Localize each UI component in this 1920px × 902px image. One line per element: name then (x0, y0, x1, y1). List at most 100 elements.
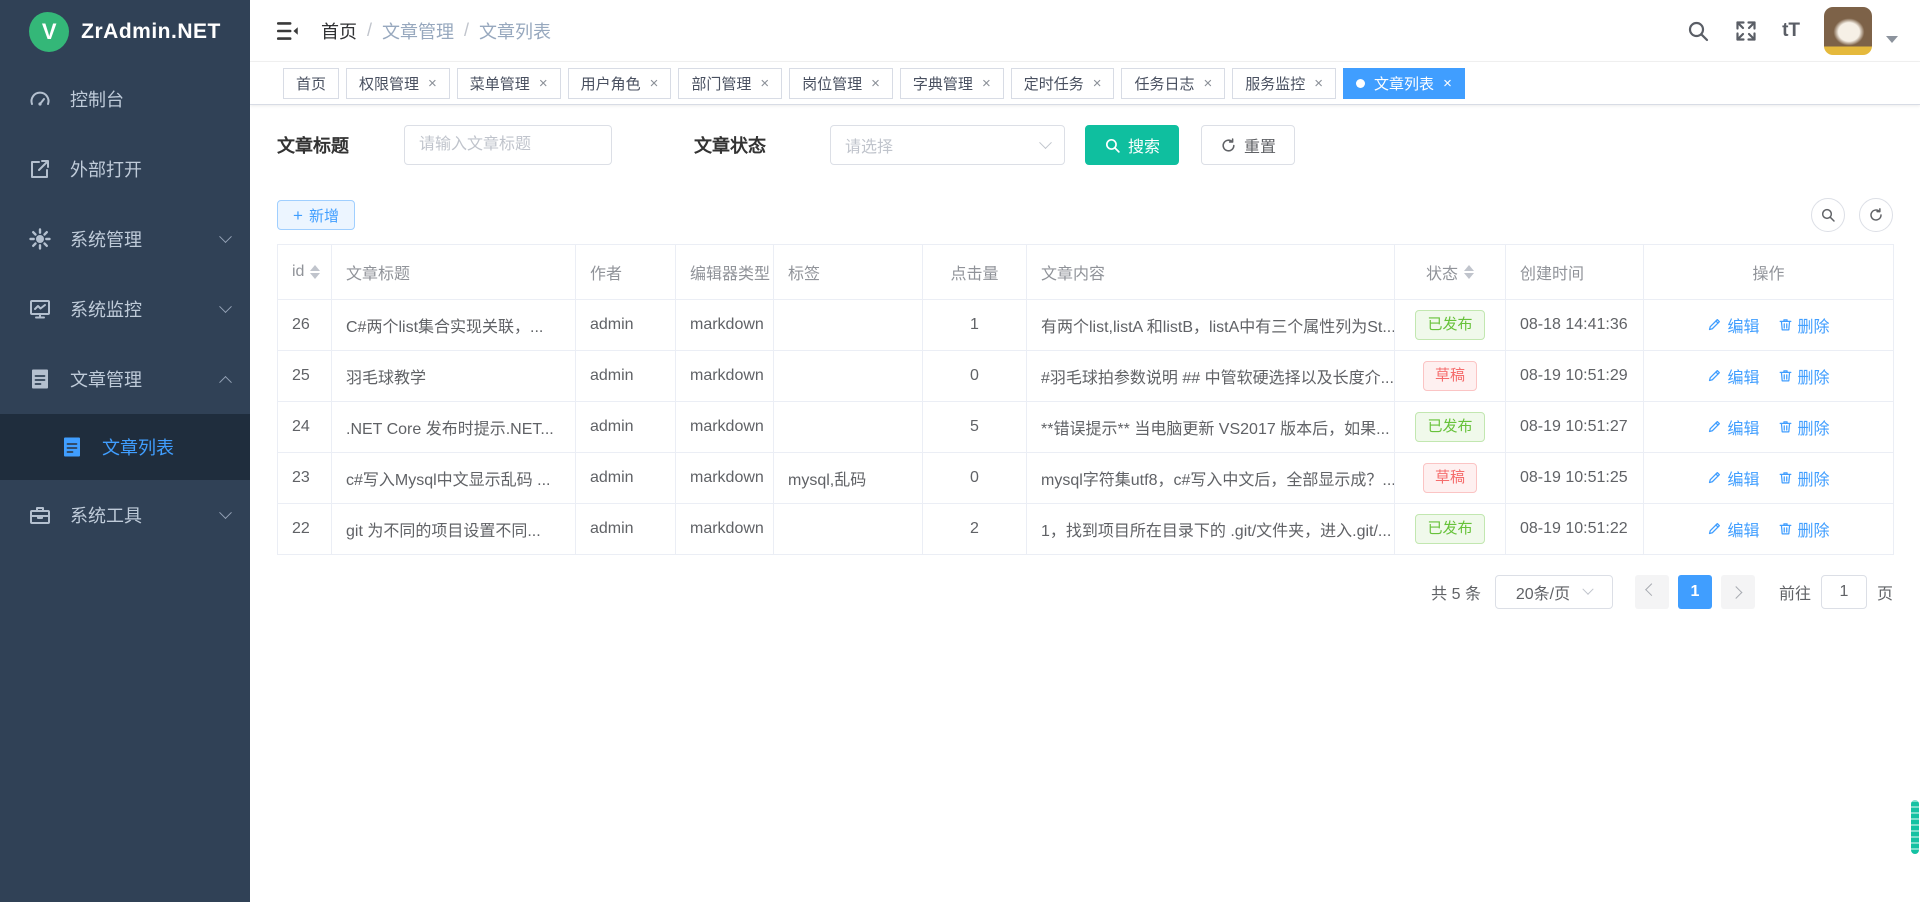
cell-title: 羽毛球教学 (332, 351, 576, 402)
page-size-select[interactable]: 20条/页 (1495, 575, 1613, 609)
sidebar-item-dashboard[interactable]: 控制台 (0, 64, 250, 134)
cell-status: 已发布 (1395, 402, 1506, 453)
tab-close-icon[interactable]: × (1443, 76, 1452, 91)
tab-用户角色[interactable]: 用户角色 × (568, 68, 672, 99)
tab-close-icon[interactable]: × (428, 76, 437, 91)
delete-link[interactable]: 删除 (1778, 415, 1830, 439)
delete-icon (1778, 470, 1793, 485)
article-status-select[interactable]: 请选择 (830, 125, 1065, 165)
tab-菜单管理[interactable]: 菜单管理 × (457, 68, 561, 99)
cell-author: admin (576, 351, 676, 402)
toolbox-icon (28, 503, 52, 527)
font-size-icon[interactable]: tT (1782, 21, 1800, 40)
edit-icon (1707, 521, 1722, 536)
delete-link[interactable]: 删除 (1778, 364, 1830, 388)
cell-content: #羽毛球拍参数说明 ## 中管软硬选择以及长度介... (1027, 351, 1395, 402)
sidebar: V ZrAdmin.NET 控制台 外部打开 系统管理 系统监控 文章管理 文章… (0, 0, 250, 902)
sidebar-collapse-icon[interactable] (275, 18, 301, 44)
sidebar-item-system-monitor[interactable]: 系统监控 (0, 274, 250, 344)
column-header-id[interactable]: id (278, 245, 332, 300)
cell-content: 有两个list,listA 和listB，listA中有三个属性列为St... (1027, 300, 1395, 351)
tab-岗位管理[interactable]: 岗位管理 × (789, 68, 893, 99)
column-header-状态[interactable]: 状态 (1395, 245, 1506, 300)
tab-部门管理[interactable]: 部门管理 × (678, 68, 782, 99)
page-unit-label: 页 (1877, 580, 1893, 604)
cell-status: 已发布 (1395, 300, 1506, 351)
tab-close-icon[interactable]: × (760, 76, 769, 91)
article-title-input[interactable] (404, 125, 612, 165)
app-logo[interactable]: V ZrAdmin.NET (0, 0, 250, 64)
breadcrumb-separator: / (367, 20, 372, 41)
document-icon (28, 367, 52, 391)
delete-link[interactable]: 删除 (1778, 466, 1830, 490)
tab-字典管理[interactable]: 字典管理 × (900, 68, 1004, 99)
sidebar-item-article-manage[interactable]: 文章管理 (0, 344, 250, 414)
add-button[interactable]: + 新增 (277, 200, 355, 230)
active-dot (1356, 79, 1365, 88)
tab-close-icon[interactable]: × (1204, 76, 1213, 91)
status-badge: 已发布 (1415, 412, 1484, 442)
tab-close-icon[interactable]: × (871, 76, 880, 91)
tab-任务日志[interactable]: 任务日志 × (1121, 68, 1225, 99)
delete-link[interactable]: 删除 (1778, 517, 1830, 541)
delete-link[interactable]: 删除 (1778, 313, 1830, 337)
cell-title: git 为不同的项目设置不同... (332, 504, 576, 555)
edit-link[interactable]: 编辑 (1707, 466, 1759, 490)
current-page[interactable]: 1 (1678, 575, 1712, 609)
cell-id: 22 (278, 504, 332, 555)
goto-page-input[interactable] (1821, 575, 1867, 609)
cell-tag (774, 300, 923, 351)
edit-link[interactable]: 编辑 (1707, 415, 1759, 439)
fullscreen-icon[interactable] (1734, 19, 1758, 43)
edit-link[interactable]: 编辑 (1707, 517, 1759, 541)
chevron-down-icon (219, 230, 232, 243)
search-button[interactable]: 搜索 (1085, 125, 1179, 165)
plus-icon: + (293, 207, 303, 224)
document-icon (60, 435, 84, 459)
cell-created-time: 08-19 10:51:22 (1506, 504, 1644, 555)
sort-caret-icon[interactable] (310, 265, 320, 279)
sidebar-item-system-tools[interactable]: 系统工具 (0, 480, 250, 550)
avatar[interactable] (1824, 7, 1872, 55)
scrollbar-thumb[interactable] (1911, 800, 1919, 854)
refresh-table-button[interactable] (1859, 198, 1893, 232)
cell-status: 草稿 (1395, 351, 1506, 402)
edit-link[interactable]: 编辑 (1707, 364, 1759, 388)
sort-caret-icon[interactable] (1464, 265, 1474, 279)
cell-editor-type: markdown (676, 351, 774, 402)
breadcrumb: 首页 / 文章管理 / 文章列表 (321, 18, 551, 44)
column-header-编辑器类型: 编辑器类型 (676, 245, 774, 300)
next-page-button[interactable] (1721, 575, 1755, 609)
table-row: 25羽毛球教学adminmarkdown0#羽毛球拍参数说明 ## 中管软硬选择… (278, 351, 1894, 402)
tab-close-icon[interactable]: × (650, 76, 659, 91)
tab-close-icon[interactable]: × (1093, 76, 1102, 91)
tab-close-icon[interactable]: × (539, 76, 548, 91)
edit-link[interactable]: 编辑 (1707, 313, 1759, 337)
tab-权限管理[interactable]: 权限管理 × (346, 68, 450, 99)
breadcrumb-home[interactable]: 首页 (321, 18, 357, 44)
tab-close-icon[interactable]: × (982, 76, 991, 91)
status-badge: 已发布 (1415, 310, 1484, 340)
pager: 1 (1635, 575, 1755, 609)
reset-button[interactable]: 重置 (1201, 125, 1295, 165)
cell-clicks: 0 (923, 453, 1027, 504)
sidebar-item-article-list[interactable]: 文章列表 (0, 414, 250, 480)
caret-down-icon[interactable] (1886, 36, 1898, 43)
chevron-down-icon (219, 506, 232, 519)
tab-首页[interactable]: 首页 × (283, 68, 339, 99)
column-header-标签: 标签 (774, 245, 923, 300)
tab-定时任务[interactable]: 定时任务 × (1011, 68, 1115, 99)
cell-author: admin (576, 300, 676, 351)
tab-close-icon[interactable]: × (1314, 76, 1323, 91)
sidebar-item-external[interactable]: 外部打开 (0, 134, 250, 204)
show-search-button[interactable] (1811, 198, 1845, 232)
column-header-创建时间: 创建时间 (1506, 245, 1644, 300)
sidebar-item-system-manage[interactable]: 系统管理 (0, 204, 250, 274)
search-icon[interactable] (1686, 19, 1710, 43)
cell-author: admin (576, 453, 676, 504)
dashboard-icon (28, 87, 52, 111)
prev-page-button[interactable] (1635, 575, 1669, 609)
tab-服务监控[interactable]: 服务监控 × (1232, 68, 1336, 99)
cell-id: 24 (278, 402, 332, 453)
tab-文章列表[interactable]: 文章列表 × (1343, 68, 1465, 99)
